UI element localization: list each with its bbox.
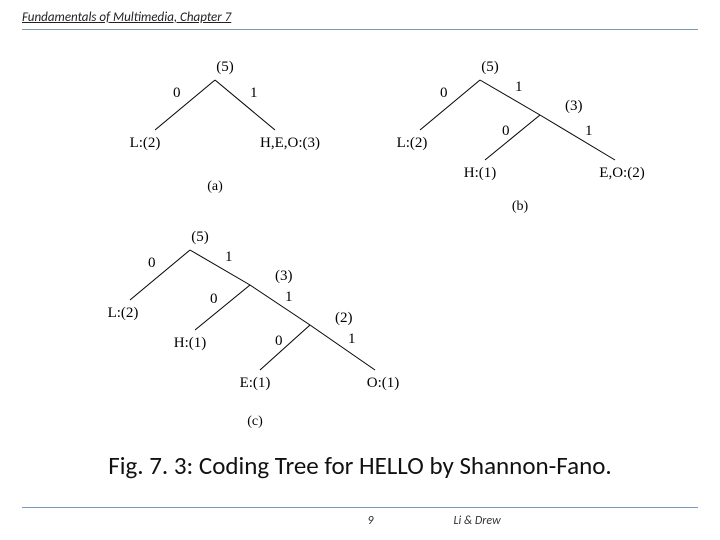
tree-b-root: (5) bbox=[481, 59, 499, 75]
tree-c-leaf0: L:(2) bbox=[108, 305, 139, 321]
tree-c-root: (5) bbox=[191, 229, 209, 245]
footer-authors: Li & Drew bbox=[374, 514, 501, 528]
tree-c-leaf111: O:(1) bbox=[367, 375, 400, 391]
tree-a-edge0: 0 bbox=[173, 85, 181, 101]
tree-c-leaf110: E:(1) bbox=[240, 375, 271, 391]
tree-a-edge1: 1 bbox=[250, 85, 258, 101]
tree-b-right: (3) bbox=[565, 98, 583, 114]
header-title: Fundamentals of Multimedia, Chapter 7 bbox=[22, 10, 698, 25]
figure-area: (5) 0 1 L:(2) H,E,O:(3) (a) (5) 0 1 L:(2… bbox=[0, 45, 720, 445]
header-rule bbox=[22, 29, 698, 30]
tree-c: (5) 0 1 L:(2) (3) 0 1 H:(1) (2) 0 1 E:(1… bbox=[85, 225, 445, 445]
tree-a-sub: (a) bbox=[207, 179, 223, 194]
tree-b-edge11: 1 bbox=[585, 123, 593, 139]
figure-caption: Fig. 7. 3: Coding Tree for HELLO by Shan… bbox=[0, 450, 720, 481]
tree-b-edge0: 0 bbox=[440, 85, 448, 101]
slide-footer: 9 Li & Drew bbox=[22, 507, 698, 528]
tree-c-n11: (2) bbox=[335, 310, 353, 326]
footer-rule bbox=[22, 507, 698, 508]
tree-a-leaf0: L:(2) bbox=[130, 135, 161, 151]
tree-b-leaf10: H:(1) bbox=[464, 165, 497, 181]
tree-b: (5) 0 1 L:(2) (3) 0 1 H:(1) E,O:(2) (b) bbox=[370, 55, 670, 215]
page-number: 9 bbox=[22, 514, 374, 528]
tree-c-n1: (3) bbox=[275, 268, 293, 284]
slide-header: Fundamentals of Multimedia, Chapter 7 bbox=[22, 10, 698, 30]
tree-c-edge111: 1 bbox=[348, 331, 356, 347]
tree-a: (5) 0 1 L:(2) H,E,O:(3) (a) bbox=[100, 55, 350, 195]
tree-c-sub: (c) bbox=[247, 414, 263, 429]
tree-c-edge1: 1 bbox=[225, 249, 233, 265]
tree-b-edge1: 1 bbox=[515, 79, 523, 95]
tree-b-edge10: 0 bbox=[502, 123, 510, 139]
tree-c-edge10: 0 bbox=[210, 291, 218, 307]
tree-b-sub: (b) bbox=[512, 199, 529, 214]
tree-c-edge0: 0 bbox=[148, 255, 156, 271]
tree-c-leaf10: H:(1) bbox=[174, 335, 207, 351]
tree-a-root: (5) bbox=[216, 59, 234, 75]
tree-b-leaf0: L:(2) bbox=[397, 135, 428, 151]
tree-b-leaf11: E,O:(2) bbox=[599, 165, 644, 181]
tree-a-leaf1: H,E,O:(3) bbox=[260, 135, 320, 151]
tree-c-edge110: 0 bbox=[275, 333, 283, 349]
tree-c-edge11: 1 bbox=[285, 289, 293, 305]
